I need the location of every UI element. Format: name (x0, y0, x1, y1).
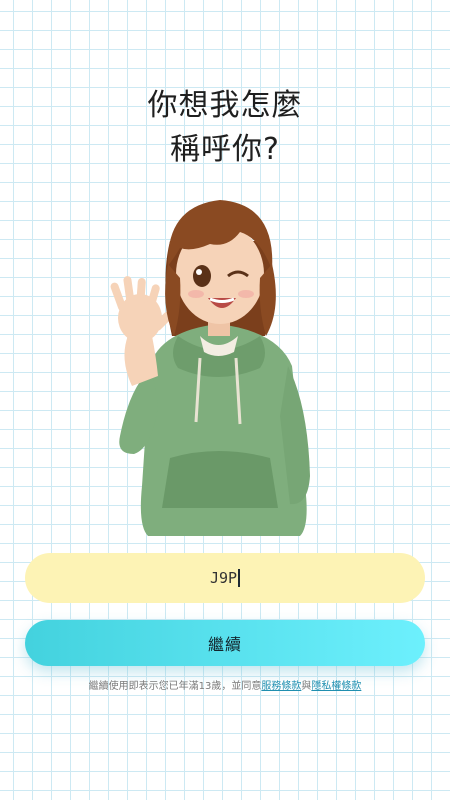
hoodie-pocket (162, 451, 278, 508)
eye-open (193, 265, 211, 287)
privacy-policy-link[interactable]: 隱私權條款 (311, 681, 361, 692)
continue-button[interactable]: 繼續 (25, 620, 425, 666)
text-caret (238, 569, 241, 587)
blush-right (238, 290, 254, 298)
legal-notice: 繼續使用即表示您已年滿13歲，並同意服務條款與隱私權條款 (0, 677, 450, 692)
eye-highlight (196, 269, 202, 275)
name-input[interactable]: J9P (25, 553, 425, 603)
page-title: 你想我怎麼 稱呼你? (0, 84, 450, 172)
waving-girl-illustration (110, 200, 310, 536)
blush-left (188, 290, 204, 298)
terms-of-service-link[interactable]: 服務條款 (261, 681, 301, 692)
waving-hand (110, 276, 172, 342)
name-input-value: J9P (209, 569, 238, 587)
page-title-line-2: 稱呼你? (170, 132, 280, 167)
legal-joiner: 與 (301, 681, 312, 692)
page-title-line-1: 你想我怎麼 (147, 88, 303, 123)
legal-prefix: 繼續使用即表示您已年滿13歲，並同意 (88, 681, 262, 692)
